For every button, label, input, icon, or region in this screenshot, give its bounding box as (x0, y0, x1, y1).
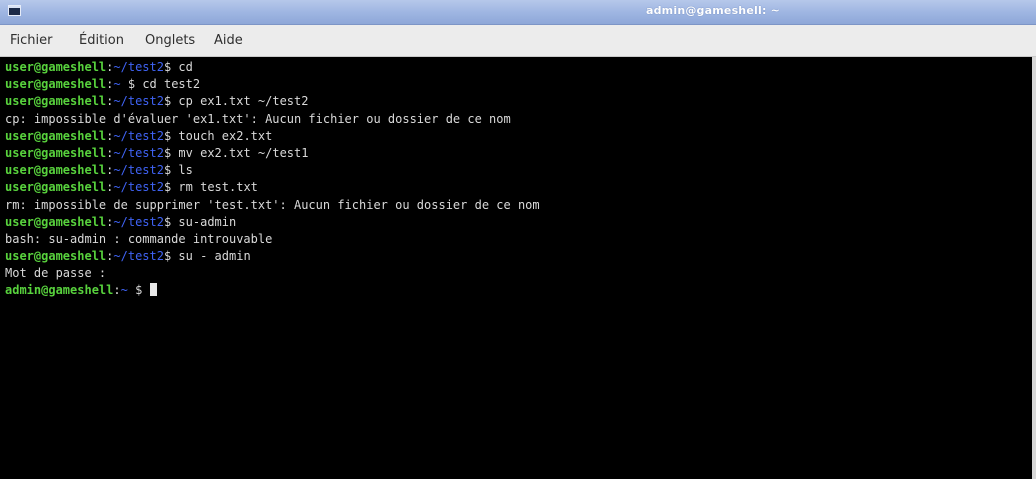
prompt-user-host: admin@gameshell (5, 283, 114, 298)
terminal-command: ls (178, 163, 193, 178)
terminal-area[interactable]: user@gameshell:~/test2$ cd user@gameshell… (0, 57, 1036, 479)
prompt-path: ~/test2 (113, 249, 164, 264)
menu-onglets[interactable]: Onglets (145, 33, 195, 48)
prompt-symbol: $ (163, 180, 179, 195)
prompt-path: ~/test2 (113, 60, 164, 74)
terminal-prompt-line: user@gameshell:~/test2$ ls (5, 162, 540, 179)
menu-edition[interactable]: Édition (79, 33, 124, 48)
prompt-user-host: user@gameshell (5, 128, 107, 143)
prompt-symbol: $ (163, 249, 179, 264)
terminal-output-text: rm: impossible de supprimer 'test.txt': … (5, 197, 540, 212)
terminal-command: touch ex2.txt (178, 128, 273, 143)
prompt-separator: : (113, 283, 121, 298)
terminal-prompt-line: user@gameshell:~/test2$ cp ex1.txt ~/tes… (5, 93, 540, 110)
terminal-command: mv ex2.txt ~/test1 (178, 145, 309, 160)
menu-aide[interactable]: Aide (214, 33, 243, 48)
prompt-symbol: $ (127, 283, 150, 298)
prompt-user-host: user@gameshell (5, 214, 107, 229)
prompt-user-host: user@gameshell (5, 77, 107, 92)
terminal-command: su - admin (178, 249, 251, 264)
terminal-prompt-line: user@gameshell:~/test2$ touch ex2.txt (5, 128, 540, 145)
prompt-user-host: user@gameshell (5, 180, 107, 195)
terminal-prompt-line: user@gameshell:~ $ cd test2 (5, 76, 540, 93)
terminal-prompt-line: admin@gameshell:~ $ (5, 282, 540, 299)
prompt-path: ~/test2 (113, 145, 164, 160)
terminal-command: cp ex1.txt ~/test2 (178, 94, 309, 109)
terminal-command: cd test2 (142, 77, 201, 92)
prompt-path: ~/test2 (113, 214, 164, 229)
prompt-path: ~/test2 (113, 163, 164, 178)
terminal-prompt-line: user@gameshell:~/test2$ su - admin (5, 248, 540, 265)
terminal-output-line: cp: impossible d'évaluer 'ex1.txt': Aucu… (5, 111, 540, 128)
prompt-symbol: $ (163, 60, 179, 74)
terminal-output-text: Mot de passe : (5, 266, 107, 281)
terminal-output-line: bash: su-admin : commande introuvable (5, 231, 540, 248)
prompt-user-host: user@gameshell (5, 163, 107, 178)
text-cursor (149, 283, 157, 297)
prompt-user-host: user@gameshell (5, 60, 107, 74)
prompt-symbol: $ (163, 214, 179, 229)
prompt-user-host: user@gameshell (5, 94, 107, 109)
prompt-path: ~/test2 (113, 128, 164, 143)
terminal-prompt-line: user@gameshell:~/test2$ cd (5, 59, 540, 76)
terminal-prompt-line: user@gameshell:~/test2$ mv ex2.txt ~/tes… (5, 145, 540, 162)
window-title: admin@gameshell: ~ (645, 4, 780, 17)
prompt-path: ~/test2 (113, 180, 164, 195)
prompt-path: ~ (113, 77, 121, 92)
prompt-symbol: $ (163, 94, 179, 109)
terminal-output-text: cp: impossible d'évaluer 'ex1.txt': Aucu… (5, 111, 511, 126)
menu-fichier[interactable]: Fichier (10, 33, 53, 48)
terminal-command: su-admin (178, 214, 237, 229)
terminal-output-line: rm: impossible de supprimer 'test.txt': … (5, 197, 540, 214)
prompt-user-host: user@gameshell (5, 249, 107, 264)
terminal-command: cd (178, 60, 193, 74)
prompt-user-host: user@gameshell (5, 145, 107, 160)
prompt-symbol: $ (120, 77, 143, 92)
prompt-symbol: $ (163, 145, 179, 160)
terminal-output-text: bash: su-admin : commande introuvable (5, 231, 273, 246)
prompt-path: ~/test2 (113, 94, 164, 109)
terminal-window: admin@gameshell: ~ Fichier Édition Ongle… (0, 0, 1036, 479)
title-bar[interactable]: admin@gameshell: ~ (0, 0, 1036, 25)
menu-bar: Fichier Édition Onglets Aide (0, 25, 1036, 57)
prompt-symbol: $ (163, 163, 179, 178)
terminal-output: user@gameshell:~/test2$ cd user@gameshell… (5, 59, 540, 300)
terminal-prompt-line: user@gameshell:~/test2$ su-admin (5, 214, 540, 231)
terminal-output-line: Mot de passe : (5, 265, 540, 282)
terminal-command: rm test.txt (178, 180, 258, 195)
prompt-symbol: $ (163, 128, 179, 143)
terminal-prompt-line: user@gameshell:~/test2$ rm test.txt (5, 179, 540, 196)
prompt-path: ~ (120, 283, 128, 298)
